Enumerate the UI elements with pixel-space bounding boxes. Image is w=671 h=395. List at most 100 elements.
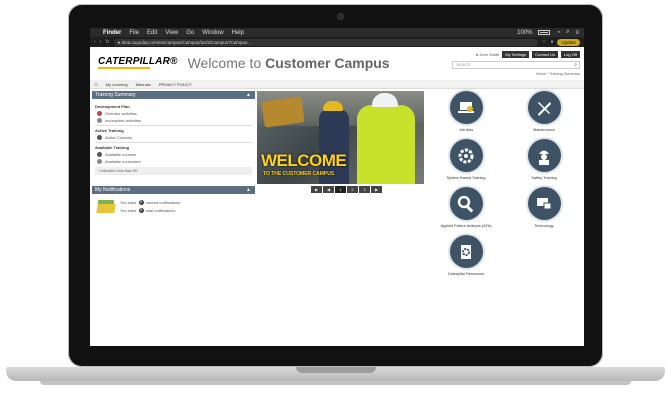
notifications-header[interactable]: My Notifications ▲	[92, 186, 255, 194]
collapse-icon[interactable]: ▲	[246, 91, 251, 99]
training-summary-body: Development Plan Overdue activities Inco…	[92, 99, 255, 178]
training-summary-title: Training Summary	[95, 92, 136, 98]
list-item[interactable]: Active Courses	[97, 135, 252, 140]
list-item[interactable]: Available courses	[97, 152, 252, 157]
incomplete-icon	[97, 118, 102, 123]
tile-applied-failure-analysis[interactable]: Applied Failure Analysis (AFA)	[426, 187, 506, 228]
hero-subline: TO THE CUSTOMER CAMPUS	[263, 171, 335, 177]
collapse-icon[interactable]: ▲	[246, 186, 251, 194]
notification-lines: You have 0 unread notifications You have 0 t…	[120, 200, 180, 216]
tile-job-aids[interactable]: Job Aids	[426, 91, 506, 132]
gear-icon	[449, 139, 483, 172]
menu-window[interactable]: Window	[202, 30, 223, 36]
carousel-controls: ▶ ◀ 1 2 3 ▶	[311, 186, 382, 193]
app-menu[interactable]: Finder	[103, 30, 121, 36]
tile-label: System Based Training	[446, 176, 486, 180]
notif-pre: You have	[120, 208, 137, 213]
notif-pre: You have	[120, 200, 137, 205]
laptop-icon	[449, 91, 483, 124]
menu-edit[interactable]: Edit	[147, 30, 157, 36]
battery-icon[interactable]	[538, 30, 551, 35]
welcome-bold: Customer Campus	[265, 55, 390, 71]
training-summary-panel: Training Summary ▲ Development Plan Overd…	[92, 91, 255, 178]
search-icon[interactable]: ⌕	[574, 62, 577, 68]
menu-view[interactable]: View	[165, 30, 178, 36]
spotlight-icon[interactable]: ⌕	[566, 29, 569, 36]
unread-notifications[interactable]: You have 0 unread notifications	[120, 200, 180, 205]
total-notifications[interactable]: You have 0 total notifications	[120, 208, 180, 213]
hero-banner[interactable]: WELCOME TO THE CUSTOMER CAMPUS	[257, 91, 424, 184]
main-nav: ⌂ My Learning Manuals PRIVACY POLICY	[90, 81, 584, 89]
divider	[95, 125, 252, 126]
active-courses-icon	[97, 135, 102, 140]
wifi-icon[interactable]: ◔	[556, 30, 560, 36]
laptop-shadow	[40, 381, 631, 385]
section-heading: Active Training	[95, 128, 124, 133]
address-bar[interactable]: ● dma.sugoday.com/en/campus/Campus/tus/s…	[113, 38, 538, 46]
update-button[interactable]: Update	[557, 38, 580, 46]
row-label: Available curriculum	[105, 159, 141, 164]
magnifier-icon	[449, 187, 483, 220]
list-item[interactable]: Incomplete activities	[97, 118, 252, 123]
tile-maintenance[interactable]: Maintenance	[504, 91, 584, 132]
row-label: Active Courses	[105, 135, 132, 140]
play-button[interactable]: ▶	[311, 186, 322, 193]
tile-system-based-training[interactable]: System Based Training	[426, 139, 506, 180]
tile-safety-training[interactable]: Safety Training	[504, 139, 584, 180]
list-item[interactable]: Overdue activities	[97, 111, 252, 116]
worker-figure-right	[357, 105, 415, 184]
devices-icon	[527, 187, 561, 220]
slide-3-button[interactable]: 3	[359, 186, 370, 193]
menu-go[interactable]: Go	[186, 30, 194, 36]
nav-privacy-policy[interactable]: PRIVACY POLICY	[159, 82, 192, 87]
site-header: CATERPILLAR® Welcome to Customer Campus …	[90, 47, 584, 81]
slide-1-button[interactable]: 1	[335, 186, 346, 193]
page-title: Welcome to Customer Campus	[188, 55, 390, 71]
star-icon[interactable]: ☆	[542, 39, 546, 45]
caterpillar-logo[interactable]: CATERPILLAR®	[98, 56, 178, 67]
profile-icon[interactable]: ●	[550, 39, 553, 45]
user-name[interactable]: ● John Smith	[476, 52, 500, 57]
search-input[interactable]: Search ⌕	[452, 61, 580, 69]
unread-count-badge: 0	[138, 200, 144, 205]
notifications-body: You have 0 unread notifications You have 0 t…	[92, 194, 255, 222]
prev-button[interactable]: ◀	[323, 186, 334, 193]
footnote: * Indicates more than 99	[95, 167, 252, 175]
total-count-badge: 0	[138, 208, 144, 213]
home-icon[interactable]: ⌂	[94, 82, 98, 88]
notif-post: unread notifications	[145, 200, 181, 205]
control-center-icon[interactable]: ≡	[575, 30, 579, 36]
menu-help[interactable]: Help	[232, 30, 244, 36]
notifications-title: My Notifications	[95, 187, 131, 193]
back-icon[interactable]: ‹	[94, 39, 96, 45]
macos-menu-bar: Finder File Edit View Go Window Help 100…	[90, 28, 584, 37]
tile-label: Caterpillar Resources	[447, 272, 485, 276]
tile-label: Safety Training	[531, 176, 557, 180]
contact-us-link[interactable]: Contact Us	[532, 51, 558, 58]
laptop-mockup: Finder File Edit View Go Window Help 100…	[0, 0, 671, 395]
slide-2-button[interactable]: 2	[347, 186, 358, 193]
battery-percent: 100%	[517, 29, 533, 36]
section-heading: Available Training	[95, 145, 130, 150]
training-summary-header[interactable]: Training Summary ▲	[92, 91, 255, 99]
my-settings-link[interactable]: My Settings	[502, 51, 530, 58]
reload-icon[interactable]: ↻	[105, 39, 109, 45]
tile-technology[interactable]: Technology	[504, 187, 584, 228]
laptop-notch	[296, 367, 376, 373]
tile-label: Job Aids	[458, 128, 474, 132]
log-off-link[interactable]: Log Off	[560, 51, 580, 58]
tile-caterpillar-resources[interactable]: Caterpillar Resources	[426, 235, 506, 276]
tile-label: Maintenance	[533, 128, 555, 132]
header-utilities: ● John Smith My Settings Contact Us Log …	[452, 51, 580, 76]
menu-extras: 100% ◔ ⌕ ≡	[517, 29, 579, 36]
row-label: Overdue activities	[105, 111, 137, 116]
logo-underline	[98, 67, 150, 69]
nav-manuals[interactable]: Manuals	[136, 82, 151, 87]
next-button[interactable]: ▶	[371, 186, 382, 193]
forward-icon[interactable]: ›	[100, 39, 102, 45]
nav-my-learning[interactable]: My Learning	[106, 82, 128, 87]
menu-file[interactable]: File	[129, 30, 139, 36]
overdue-icon	[97, 111, 102, 116]
screen: Finder File Edit View Go Window Help 100…	[90, 28, 584, 346]
list-item[interactable]: Available curriculum	[97, 159, 252, 164]
